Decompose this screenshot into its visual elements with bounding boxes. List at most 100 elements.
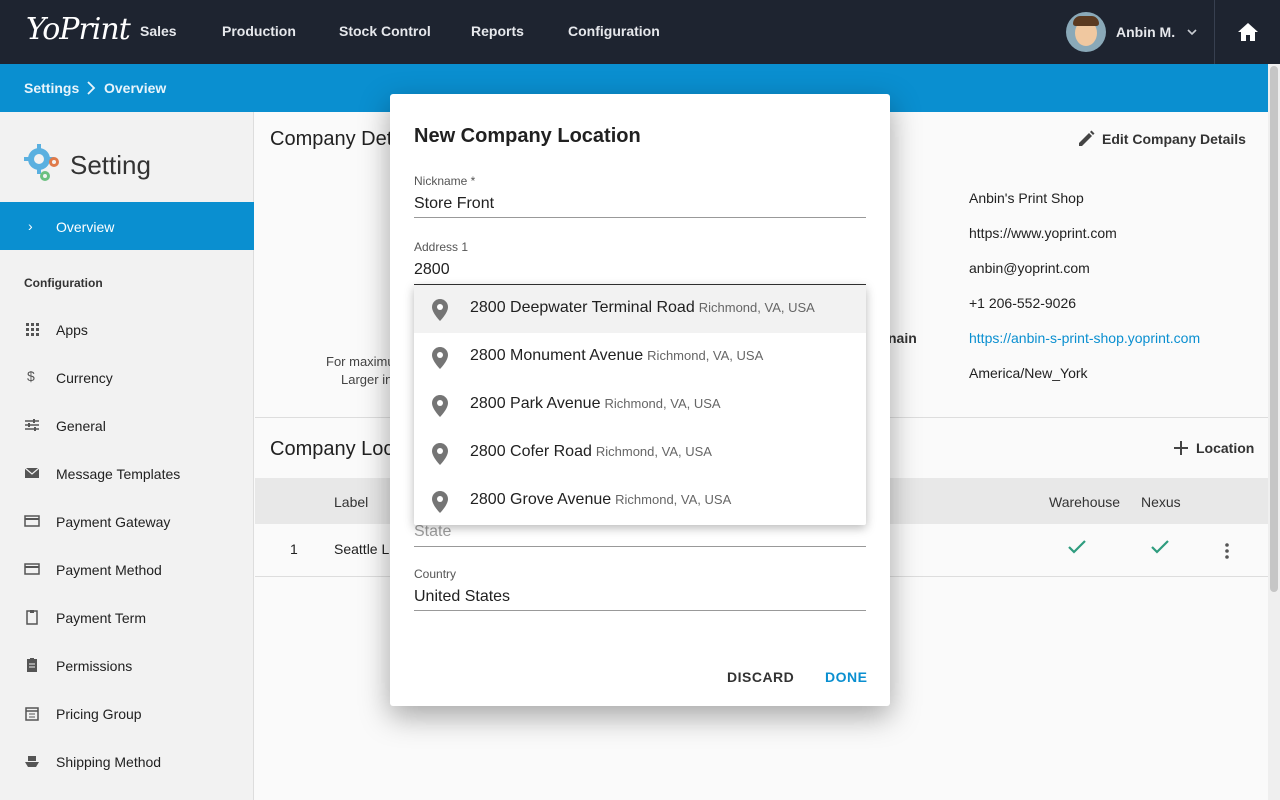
user-menu[interactable]: Anbin M. [1066, 12, 1197, 52]
sidebar-item-label: Overview [56, 219, 115, 235]
column-nexus: Nexus [1141, 494, 1181, 510]
nav-reports[interactable]: Reports [471, 23, 524, 39]
company-details-title: Company Det [270, 128, 393, 150]
done-button[interactable]: DONE [825, 669, 867, 685]
grid-icon [26, 323, 39, 336]
topbar-divider [1214, 0, 1215, 64]
avatar [1066, 12, 1106, 52]
yoprint-logo[interactable]: YoPrint [26, 12, 131, 47]
chevron-down-icon [1187, 29, 1197, 36]
nav-production[interactable]: Production [222, 23, 296, 39]
sidebar-item-label: Shipping Method [56, 754, 162, 770]
company-phone-value: +1 206-552-9026 [969, 295, 1077, 311]
sidebar-item-permissions[interactable]: Permissions [0, 647, 254, 687]
breadcrumb-overview[interactable]: Overview [104, 80, 166, 96]
sidebar-item-label: Apps [56, 322, 88, 338]
domain-label: nain [888, 330, 917, 346]
address1-label: Address 1 [414, 240, 469, 254]
suggestion-item[interactable]: 2800 Park Avenue Richmond, VA, USA [414, 381, 866, 429]
calendar-list-icon [25, 707, 39, 721]
sidebar-item-label: Pricing Group [56, 706, 142, 722]
company-website-value: https://www.yoprint.com [969, 225, 1117, 241]
sidebar-item-label: Payment Method [56, 562, 162, 578]
company-domain-link[interactable]: https://anbin-s-print-shop.yoprint.com [969, 330, 1200, 346]
map-pin-icon [432, 443, 448, 465]
top-navigation-bar: YoPrint Sales Production Stock Control R… [0, 0, 1280, 64]
suggestion-secondary-text: Richmond, VA, USA [647, 348, 764, 363]
sidebar-item-shipping-method[interactable]: Shipping Method [0, 743, 254, 783]
sidebar-item-payment-gateway[interactable]: Payment Gateway [0, 503, 254, 543]
map-pin-icon [432, 347, 448, 369]
suggestion-main-text: 2800 Monument Avenue [470, 347, 644, 364]
nickname-field[interactable]: Store Front [414, 195, 494, 213]
clipboard-icon [26, 610, 38, 625]
suggestion-item[interactable]: 2800 Deepwater Terminal Road Richmond, VA… [414, 285, 866, 333]
sidebar-item-overview[interactable]: › Overview [0, 202, 254, 250]
state-field[interactable]: State [414, 523, 451, 541]
mail-icon [24, 467, 40, 478]
column-warehouse: Warehouse [1049, 494, 1121, 510]
suggestion-item[interactable]: 2800 Grove Avenue Richmond, VA, USA [414, 477, 866, 525]
discard-button[interactable]: DISCARD [727, 669, 794, 685]
sidebar-item-payment-term[interactable]: Payment Term [0, 599, 254, 639]
sidebar-item-pricing-group[interactable]: Pricing Group [0, 695, 254, 735]
company-email-value: anbin@yoprint.com [969, 260, 1090, 276]
credit-card-icon [24, 515, 40, 527]
country-label: Country [414, 567, 457, 581]
breadcrumb-settings[interactable]: Settings [24, 80, 79, 96]
nav-sales[interactable]: Sales [140, 23, 177, 39]
sidebar-item-apps[interactable]: Apps [0, 311, 254, 351]
suggestion-item[interactable]: 2800 Cofer Road Richmond, VA, USA [414, 429, 866, 477]
sidebar-item-currency[interactable]: $ Currency [0, 359, 254, 399]
suggestion-main-text: 2800 Grove Avenue [470, 491, 612, 508]
more-vert-icon[interactable] [1225, 543, 1229, 559]
ship-icon [25, 756, 39, 767]
sidebar-item-label: Payment Term [56, 610, 146, 626]
nickname-label: Nickname * [414, 174, 476, 188]
suggestion-item[interactable]: 2800 Monument Avenue Richmond, VA, USA [414, 333, 866, 381]
suggestion-main-text: 2800 Park Avenue [470, 395, 601, 412]
sidebar-item-label: Message Templates [56, 466, 181, 482]
edit-company-details-button[interactable]: Edit Company Details [1076, 129, 1246, 149]
address1-field[interactable]: 2800 [414, 261, 450, 279]
home-icon[interactable] [1237, 22, 1259, 42]
nav-configuration[interactable]: Configuration [568, 23, 660, 39]
clipboard-list-icon [27, 658, 37, 672]
address-suggestions-dropdown: 2800 Deepwater Terminal Road Richmond, VA… [414, 285, 866, 525]
suggestion-secondary-text: Richmond, VA, USA [615, 492, 732, 507]
row-index: 1 [290, 541, 298, 557]
company-name-value: Anbin's Print Shop [969, 190, 1084, 206]
suggestion-main-text: 2800 Cofer Road [470, 443, 592, 460]
nickname-underline [414, 217, 866, 218]
sliders-icon [25, 419, 39, 431]
sidebar-title: Setting [70, 150, 151, 180]
sidebar-item-label: Payment Gateway [56, 514, 171, 530]
chevron-right-icon [87, 81, 96, 95]
sidebar-item-label: Permissions [56, 658, 133, 674]
company-locations-title: Company Loc [270, 438, 394, 460]
scrollbar-thumb[interactable] [1270, 66, 1278, 592]
user-name: Anbin M. [1116, 24, 1176, 40]
sidebar-item-payment-method[interactable]: Payment Method [0, 551, 254, 591]
sidebar-item-general[interactable]: General [0, 407, 254, 447]
check-icon [1068, 540, 1086, 554]
add-location-label: Location [1196, 440, 1255, 456]
country-field[interactable]: United States [414, 588, 510, 606]
sidebar-section-label: Configuration [24, 276, 103, 290]
suggestion-secondary-text: Richmond, VA, USA [698, 300, 815, 315]
dollar-icon: $ [27, 368, 35, 384]
sidebar-item-message-templates[interactable]: Message Templates [0, 455, 254, 495]
country-underline [414, 610, 866, 611]
pencil-icon [1079, 130, 1095, 146]
column-label: Label [334, 494, 369, 510]
add-location-button[interactable]: Location [1172, 439, 1254, 457]
credit-card-icon [24, 563, 40, 575]
nav-stock-control[interactable]: Stock Control [339, 23, 431, 39]
map-pin-icon [432, 395, 448, 417]
map-pin-icon [432, 491, 448, 513]
dialog-title: New Company Location [414, 125, 641, 147]
suggestion-secondary-text: Richmond, VA, USA [604, 396, 721, 411]
suggestion-secondary-text: Richmond, VA, USA [595, 444, 712, 459]
sidebar-item-label: General [56, 418, 106, 434]
suggestion-main-text: 2800 Deepwater Terminal Road [470, 299, 695, 316]
